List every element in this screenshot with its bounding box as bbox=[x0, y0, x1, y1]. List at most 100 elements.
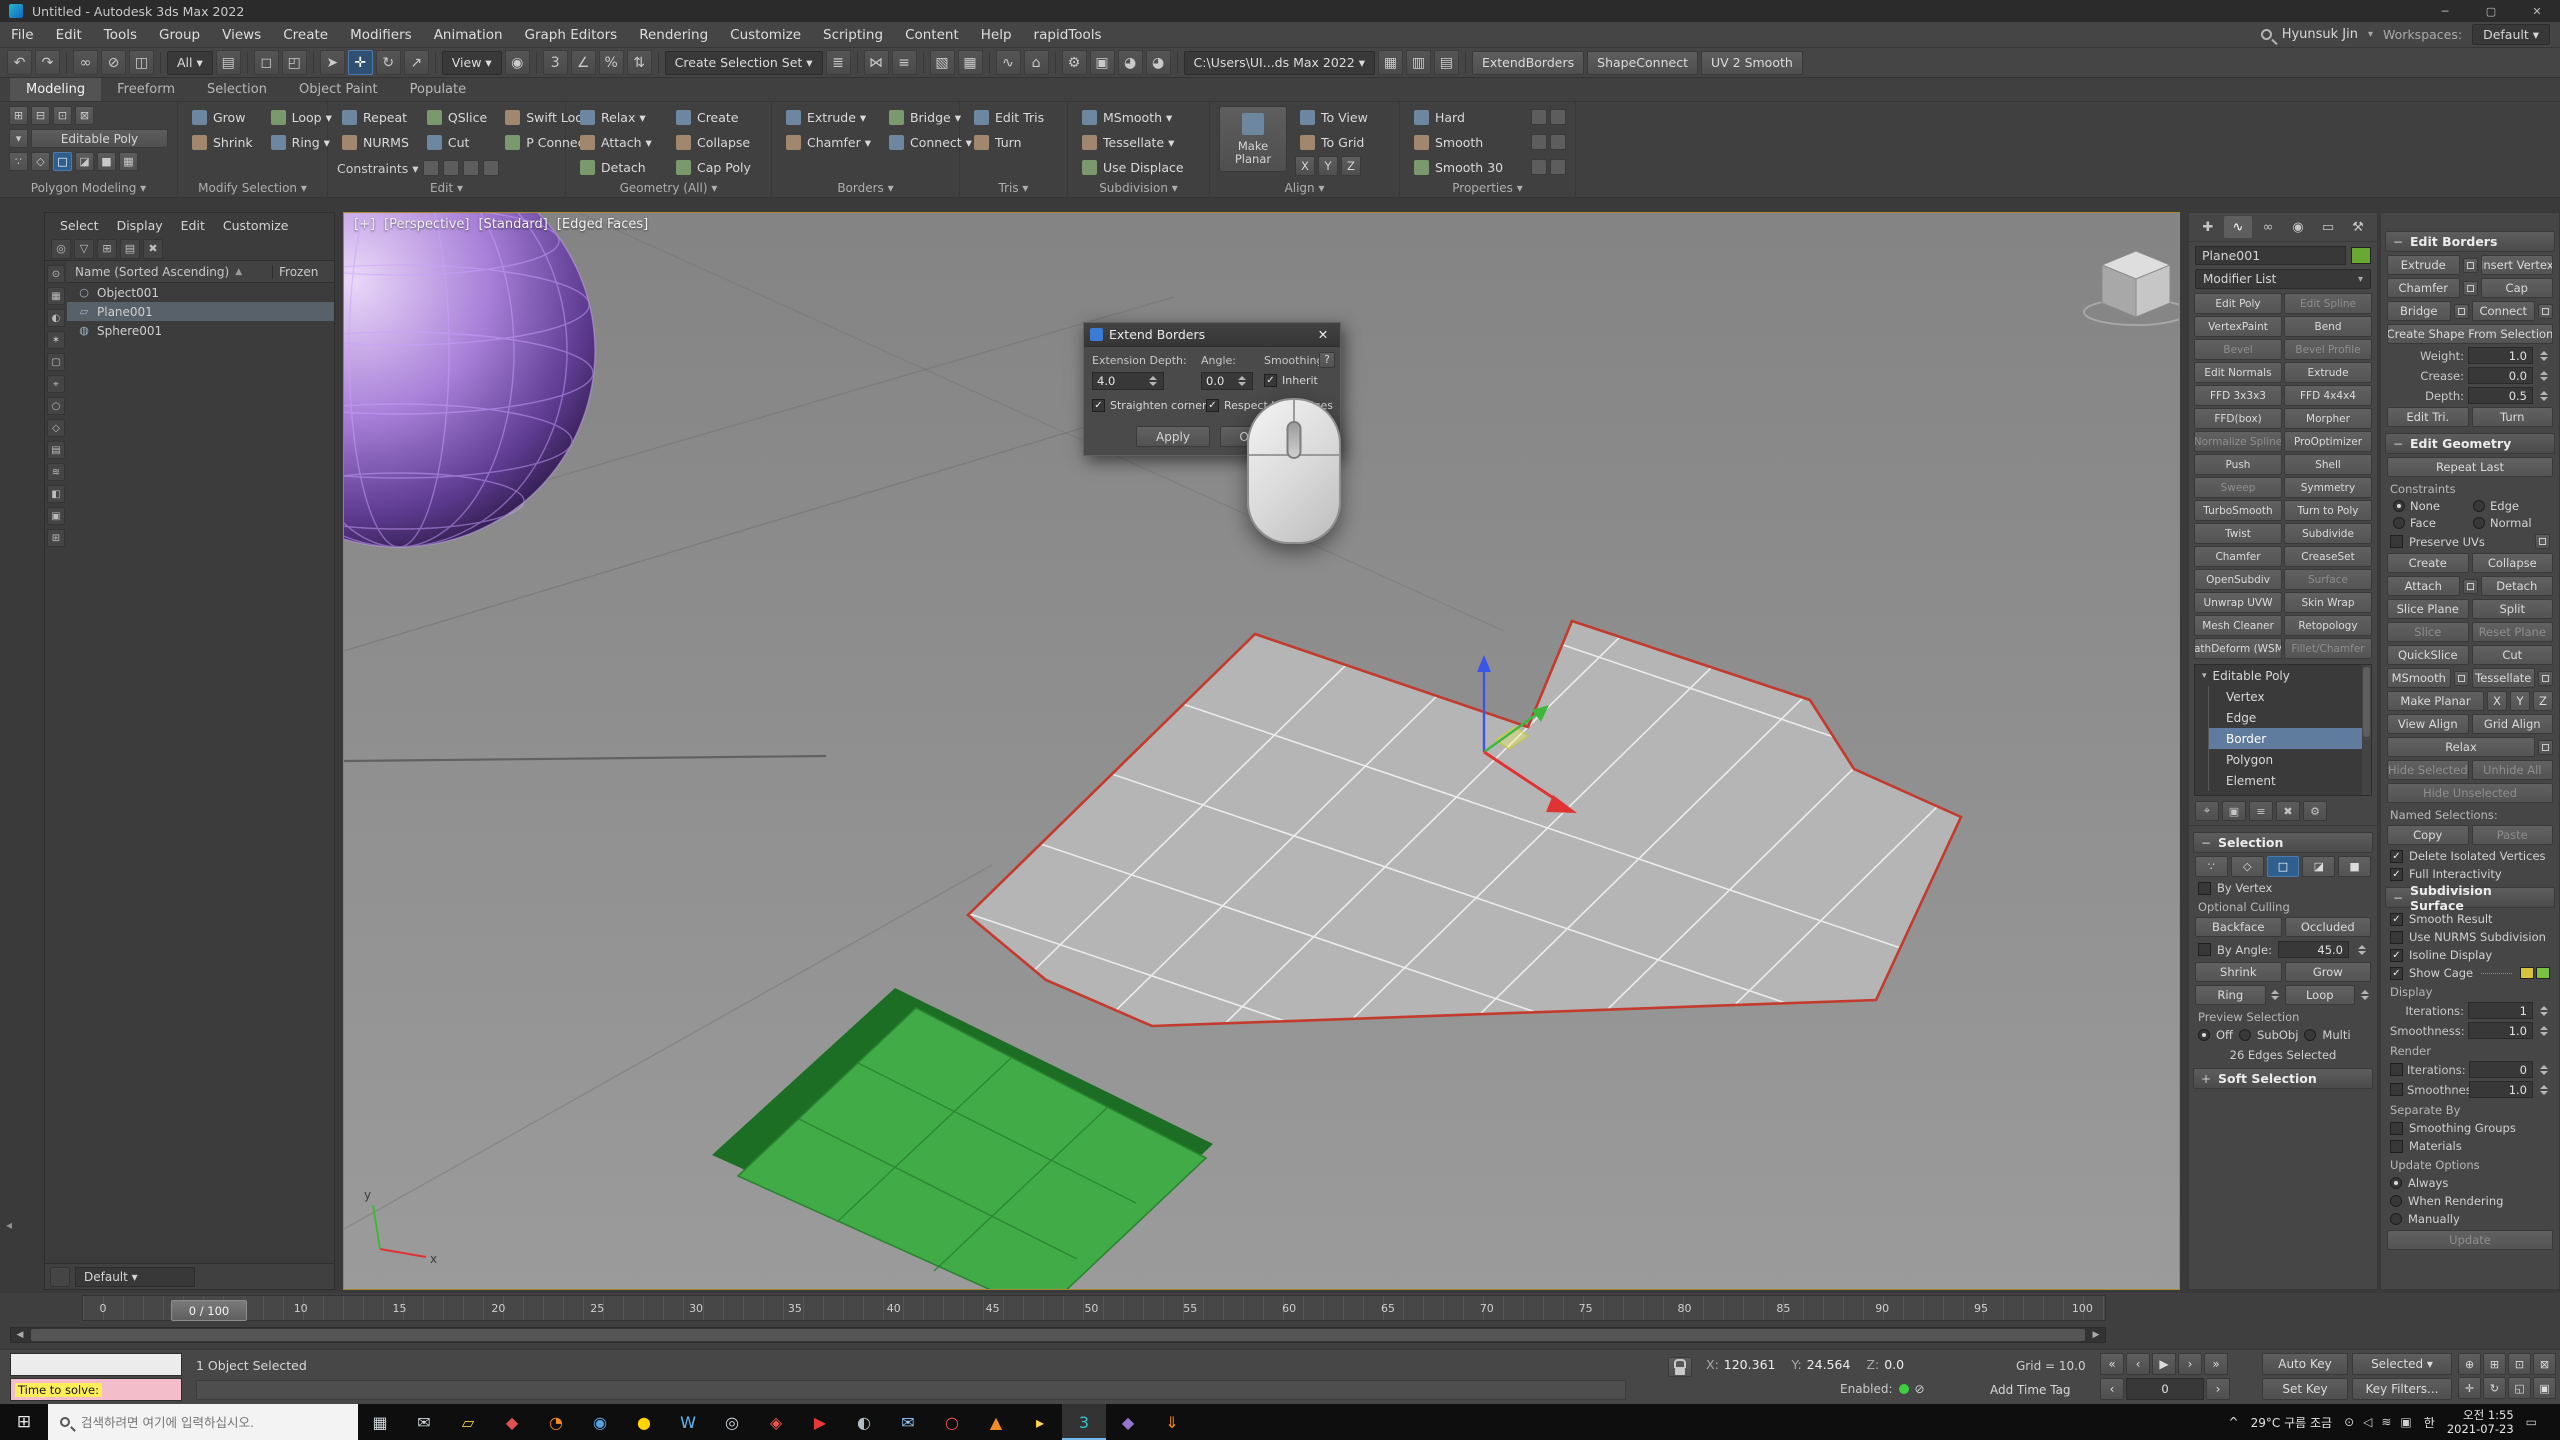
subobject-level-icon[interactable]: ▦ bbox=[119, 152, 138, 171]
viewport-nav-icon[interactable]: ▣ bbox=[2533, 1377, 2556, 1399]
ribbon-tab[interactable]: Populate bbox=[394, 78, 483, 101]
view-align-button[interactable]: View Align bbox=[2387, 714, 2469, 734]
modifier-button[interactable]: VertexPaint bbox=[2194, 316, 2282, 337]
taskbar-app-icon[interactable]: ◆ bbox=[490, 1404, 534, 1440]
chamfer-settings-icon[interactable] bbox=[2463, 281, 2478, 296]
ribbon-button[interactable]: Attach ▾ bbox=[575, 131, 663, 153]
ribbon-button[interactable]: Cut bbox=[422, 131, 492, 153]
key-filters-button[interactable]: Key Filters... bbox=[2352, 1378, 2452, 1400]
property-icon[interactable] bbox=[1550, 159, 1566, 175]
toolbar-item[interactable] bbox=[160, 52, 161, 74]
ribbon-tab[interactable]: Selection bbox=[191, 78, 283, 101]
selection-lock-icon[interactable] bbox=[1668, 1357, 1692, 1377]
constraint-radio[interactable] bbox=[2473, 517, 2485, 529]
object-name-field[interactable]: Plane001 bbox=[2195, 246, 2346, 265]
toolbar-item[interactable]: ◕ bbox=[1146, 50, 1171, 75]
attach-button[interactable]: Attach bbox=[2387, 576, 2460, 596]
toolbar-item[interactable] bbox=[1177, 52, 1178, 74]
toolbar-item[interactable]: C:\Users\UI...ds Max 2022 ▾ bbox=[1184, 51, 1375, 75]
respect-hard-edges-checkbox[interactable] bbox=[1206, 399, 1219, 412]
explorer-filter-icon[interactable]: ⊙ bbox=[47, 265, 65, 283]
split-button[interactable]: Split bbox=[2472, 599, 2554, 619]
collapse-button[interactable]: Collapse bbox=[2472, 553, 2554, 573]
modifier-button[interactable]: Bevel Profile bbox=[2284, 339, 2372, 360]
section-label[interactable]: Modify Selection ▾ bbox=[187, 179, 318, 197]
explorer-tool-icon[interactable]: ⊞ bbox=[97, 239, 117, 259]
toolbar-item[interactable] bbox=[247, 52, 248, 74]
scene-object-row[interactable]: ◍ Sphere001 bbox=[67, 321, 334, 340]
axis-button[interactable]: X bbox=[2487, 691, 2507, 711]
axis-button[interactable]: Y bbox=[1318, 156, 1338, 176]
stack-tool-icon[interactable]: ▣ bbox=[2222, 801, 2246, 821]
connect-button[interactable]: Connect bbox=[2472, 301, 2536, 321]
constraint-radio[interactable] bbox=[2473, 500, 2485, 512]
menu-item[interactable]: Scripting bbox=[812, 22, 894, 47]
notification-center-icon[interactable]: ▭ bbox=[2526, 1415, 2537, 1429]
detach-button[interactable]: Detach bbox=[2481, 576, 2554, 596]
mute-icon[interactable]: ⊘ bbox=[1915, 1382, 1925, 1396]
spinner[interactable] bbox=[2537, 1065, 2550, 1075]
grow-button[interactable]: Grow bbox=[2285, 962, 2372, 982]
command-panel-tab[interactable]: ∞ bbox=[2254, 216, 2282, 238]
weather-widget[interactable]: 29°C 구름 조금 bbox=[2251, 1414, 2332, 1431]
ribbon-tab[interactable]: Object Paint bbox=[283, 78, 394, 101]
stack-subobject-item[interactable]: Vertex bbox=[2209, 686, 2371, 707]
help-button[interactable]: ? bbox=[1319, 352, 1335, 368]
menu-item[interactable]: rapidTools bbox=[1023, 22, 1113, 47]
taskbar-app-icon[interactable]: ▸ bbox=[1018, 1404, 1062, 1440]
isoline-display-checkbox[interactable] bbox=[2390, 949, 2403, 962]
cage-color-swatch[interactable] bbox=[2536, 967, 2550, 979]
modifier-button[interactable]: Extrude bbox=[2284, 362, 2372, 383]
constraints-dropdown[interactable]: Constraints ▾ bbox=[337, 161, 419, 176]
command-panel-tab[interactable]: ▭ bbox=[2314, 216, 2342, 238]
explorer-tool-icon[interactable]: ▽ bbox=[74, 239, 94, 259]
toolbar-item[interactable]: ◫ bbox=[129, 50, 154, 75]
tray-icon[interactable]: ▣ bbox=[2400, 1415, 2411, 1429]
menu-item[interactable]: Create bbox=[272, 22, 339, 47]
spinner[interactable] bbox=[2537, 351, 2550, 361]
tray-expand-icon[interactable]: ^ bbox=[2229, 1415, 2239, 1429]
bridge-settings-icon[interactable] bbox=[2454, 304, 2469, 319]
taskbar-app-icon[interactable]: ◔ bbox=[534, 1404, 578, 1440]
viewport-nav-icon[interactable]: ⊞ bbox=[2483, 1353, 2506, 1375]
dialog-titlebar[interactable]: Extend Borders ✕ bbox=[1084, 323, 1340, 347]
toolbar-item[interactable]: ▥ bbox=[1406, 50, 1431, 75]
command-panel-tab[interactable]: ✚ bbox=[2194, 216, 2222, 238]
smooth-result-checkbox[interactable] bbox=[2390, 913, 2403, 926]
modifier-button[interactable]: Chamfer bbox=[2194, 546, 2282, 567]
coordinate-display[interactable]: X:120.361 Y:24.564 Z:0.0 bbox=[1706, 1357, 1904, 1372]
modifier-button[interactable]: ProOptimizer bbox=[2284, 431, 2372, 452]
section-label[interactable]: Subdivision ▾ bbox=[1077, 179, 1200, 197]
playback-button[interactable]: › bbox=[2178, 1353, 2202, 1375]
menu-item[interactable]: Views bbox=[211, 22, 272, 47]
soft-selection-rollout-header[interactable]: +Soft Selection bbox=[2193, 1068, 2373, 1089]
viewport-menu-general[interactable]: [+] bbox=[354, 217, 375, 232]
viewport-nav-icon[interactable]: ⊡ bbox=[2508, 1353, 2531, 1375]
ribbon-button[interactable]: To Grid bbox=[1295, 131, 1373, 153]
ribbon-button[interactable]: Edit Tris bbox=[969, 106, 1058, 128]
modifier-button[interactable]: CreaseSet bbox=[2284, 546, 2372, 567]
toolbar-item[interactable]: ◉ bbox=[505, 50, 530, 75]
auto-key-button[interactable]: Auto Key bbox=[2262, 1353, 2348, 1375]
ring-button[interactable]: Ring bbox=[2195, 985, 2266, 1005]
playback-button[interactable]: « bbox=[2100, 1353, 2124, 1375]
attach-settings-icon[interactable] bbox=[2463, 579, 2478, 594]
explorer-filter-icon[interactable]: ⊞ bbox=[47, 529, 65, 547]
modifier-button[interactable]: Mesh Cleaner bbox=[2194, 615, 2282, 636]
taskbar-app-icon[interactable]: ▱ bbox=[446, 1404, 490, 1440]
modifier-button[interactable]: PathDeform (WSM) bbox=[2194, 638, 2282, 659]
spinner[interactable] bbox=[2537, 371, 2550, 381]
toolbar-item[interactable] bbox=[66, 52, 67, 74]
update-option-radio[interactable] bbox=[2390, 1177, 2402, 1189]
toolbar-item[interactable] bbox=[658, 52, 659, 74]
modifier-button[interactable]: Subdivide bbox=[2284, 523, 2372, 544]
polygon-modeling-icon[interactable]: ⊞ bbox=[9, 106, 28, 125]
subobject-level-icon[interactable]: ◇ bbox=[2231, 856, 2264, 877]
property-icon[interactable] bbox=[1531, 109, 1547, 125]
loop-button[interactable]: Loop bbox=[2285, 985, 2356, 1005]
edit-geometry-rollout-header[interactable]: −Edit Geometry bbox=[2385, 433, 2555, 454]
section-label[interactable]: Edit ▾ bbox=[337, 179, 556, 197]
toolbar-item[interactable]: Create Selection Set ▾ bbox=[665, 51, 823, 75]
menu-item[interactable]: File bbox=[0, 22, 45, 47]
axis-button[interactable]: Z bbox=[2533, 691, 2553, 711]
